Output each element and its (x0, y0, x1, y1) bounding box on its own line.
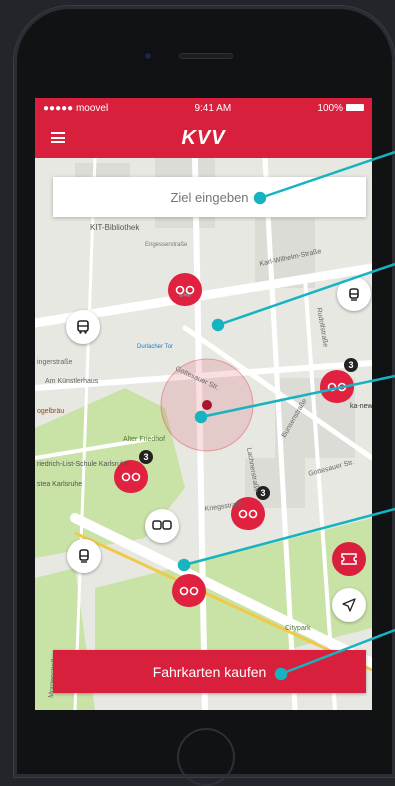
street-label: KIT-Bibliothek (90, 223, 140, 232)
app-title: KVV (181, 127, 226, 149)
street-label: ogelbräu (37, 408, 64, 415)
train-stop-button[interactable] (67, 539, 101, 573)
street-label: riedrich-List-Schule Karlsruhe (37, 461, 129, 468)
bus-stop-button[interactable] (66, 310, 100, 344)
street-label: Am Künstlerhaus (45, 378, 99, 385)
locate-icon (342, 598, 356, 612)
carrier: ●●●●● moovel (43, 102, 109, 114)
destination-search[interactable] (53, 177, 366, 217)
locate-button[interactable] (332, 588, 366, 622)
battery: 100% (317, 103, 364, 114)
app-screen: ●●●●● moovel 9:41 AM 100% KVV 🚲 3 3 3 KI… (35, 98, 372, 710)
tram-stop-button[interactable] (337, 277, 371, 311)
street-label: ka-new (350, 403, 372, 410)
street-label: Citypark (285, 625, 311, 632)
station-count: 3 (143, 452, 148, 462)
street-label: Engesserstraße (145, 242, 188, 248)
station-count: 3 (260, 488, 265, 498)
tram-icon (349, 288, 359, 301)
status-bar: ●●●●● moovel 9:41 AM 100% (35, 98, 372, 118)
speaker (179, 53, 233, 59)
tram-icon (152, 520, 172, 530)
street-label: Alter Friedhof (123, 436, 165, 443)
ticket-button[interactable] (332, 542, 366, 576)
app-bar: KVV (35, 118, 372, 158)
street-label: Durlacher Tor (137, 344, 173, 350)
train-icon (79, 549, 89, 563)
station-count: 3 (348, 360, 353, 370)
ticket-icon (341, 553, 357, 565)
home-button[interactable] (177, 728, 235, 786)
destination-input[interactable] (53, 188, 366, 206)
buy-tickets-button[interactable]: Fahrkarten kaufen (53, 650, 366, 693)
tram-stop-button[interactable] (145, 509, 179, 543)
bus-icon (77, 320, 89, 334)
street-label: ingerstraße (37, 359, 73, 366)
map[interactable]: 🚲 3 3 3 KIT-Bibliothek Engesserstraße Ka… (35, 158, 372, 710)
clock: 9:41 AM (194, 102, 232, 114)
street-label: stea Karlsruhe (37, 481, 82, 488)
camera (142, 50, 154, 62)
